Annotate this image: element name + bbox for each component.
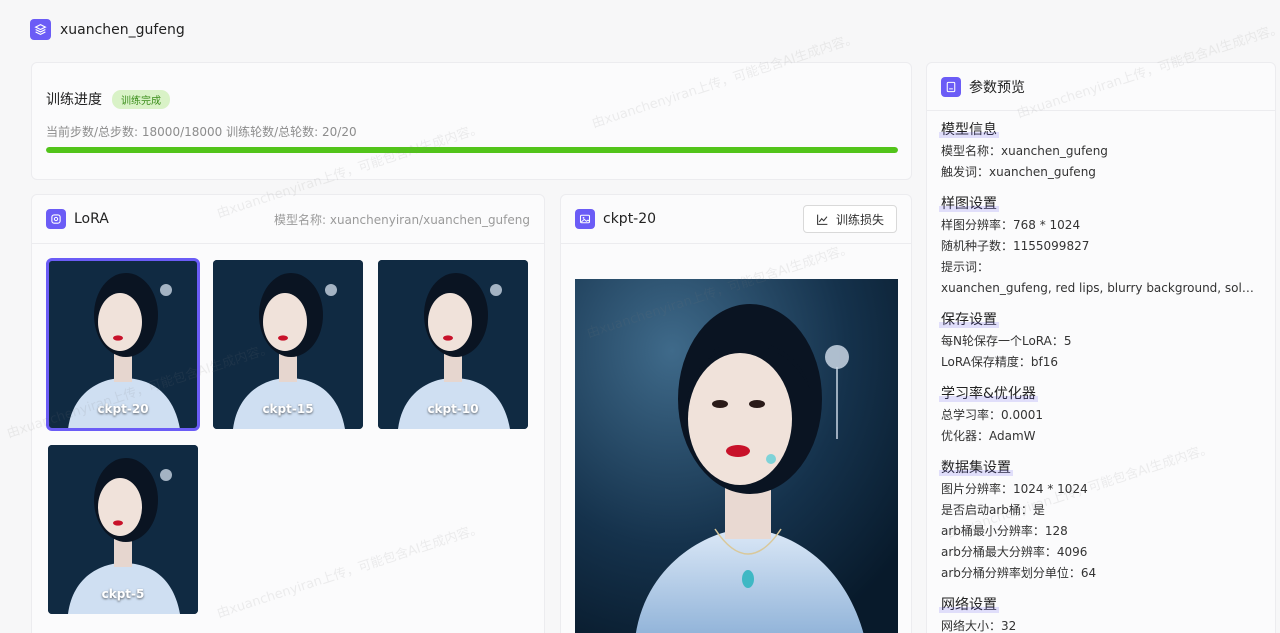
param-item: LoRA保存精度：bf16 [941,355,1058,369]
lora-icon [46,209,66,229]
image-icon [575,209,595,229]
param-item: 样图分辨率：768 * 1024 [941,218,1081,232]
progress-bar-fill [46,147,898,153]
checkpoint-thumbnail[interactable]: ckpt-10 [378,260,528,429]
params-section: 保存设置每N轮保存一个LoRA：5 LoRA保存精度：bf16 [939,309,1261,373]
section-title: 模型信息 [939,119,999,139]
checkpoint-title: ckpt-20 [603,211,657,227]
param-item: 模型名称：xuanchen_gufeng [941,144,1108,158]
params-preview-card: 参数预览 模型信息模型名称：xuanchen_gufeng 触发词：xuanche… [926,62,1276,633]
params-section: 网络设置网络大小：32 [939,594,1261,633]
param-item: 触发词：xuanchen_gufeng [941,165,1096,179]
model-name-label: 模型名称: xuanchenyiran/xuanchen_gufeng [274,212,530,227]
param-item: 随机种子数：1155099827 [941,239,1090,253]
thumbnail-label: ckpt-20 [97,402,149,416]
param-item: 网络大小：32 [941,619,1017,633]
line-chart-icon [817,214,828,225]
params-section: 数据集设置图片分辨率：1024 * 1024 是否启动arb桶：是 arb桶最小分辨… [939,457,1261,584]
params-list: 模型信息模型名称：xuanchen_gufeng 触发词：xuanchen_guf… [927,111,1275,633]
params-section: 样图设置样图分辨率：768 * 1024 随机种子数：1155099827 提示词：… [939,193,1261,299]
checkpoint-preview-image [575,279,898,633]
layers-icon [30,19,51,40]
param-item: arb分桶分辨率划分单位：64 [941,566,1097,580]
training-progress-card: 训练进度 训练完成 当前步数/总步数: 18000/18000 训练轮数/总轮数… [31,62,912,180]
lora-title: LoRA [74,211,109,227]
training-loss-label: 训练损失 [835,212,884,227]
progress-bar [46,147,898,153]
param-item: 图片分辨率：1024 * 1024 [941,482,1088,496]
checkpoint-thumbnail[interactable]: ckpt-5 [48,445,198,614]
param-item: arb分桶最大分辨率：4096 [941,545,1088,559]
thumbnail-label: ckpt-15 [262,402,314,416]
param-item: xuanchen_gufeng, red lips, blurry backgr… [941,281,1261,295]
status-badge: 训练完成 [112,89,170,109]
params-section: 模型信息模型名称：xuanchen_gufeng 触发词：xuanchen_guf… [939,119,1261,183]
progress-meta: 当前步数/总步数: 18000/18000 训练轮数/总轮数: 20/20 [46,125,357,139]
checkpoint-card: ckpt-20 训练损失 [560,194,912,633]
section-title: 数据集设置 [939,457,1013,477]
app-header: xuanchen_gufeng [30,19,185,40]
lora-card: LoRA 模型名称: xuanchenyiran/xuanchen_gufeng… [31,194,545,633]
training-loss-button[interactable]: 训练损失 [802,205,897,233]
app-title: xuanchen_gufeng [60,21,185,38]
param-item: 提示词： [941,260,990,274]
document-icon [941,76,961,97]
param-item: arb桶最小分辨率：128 [941,524,1068,538]
progress-title: 训练进度 [46,92,102,108]
param-item: 每N轮保存一个LoRA：5 [941,334,1072,348]
thumbnail-label: ckpt-10 [427,402,479,416]
checkpoint-thumbnail[interactable]: ckpt-20 [46,258,200,431]
param-item: 是否启动arb桶：是 [941,503,1045,517]
params-title: 参数预览 [969,79,1025,96]
section-title: 样图设置 [939,193,999,213]
checkpoint-thumbnail[interactable]: ckpt-15 [213,260,363,429]
section-title: 保存设置 [939,309,999,329]
param-item: 优化器：AdamW [941,429,1036,443]
section-title: 网络设置 [939,594,999,614]
thumbnail-label: ckpt-5 [101,587,145,601]
param-item: 总学习率：0.0001 [941,408,1043,422]
params-section: 学习率&优化器总学习率：0.0001 优化器：AdamW [939,383,1261,447]
section-title: 学习率&优化器 [939,383,1038,403]
